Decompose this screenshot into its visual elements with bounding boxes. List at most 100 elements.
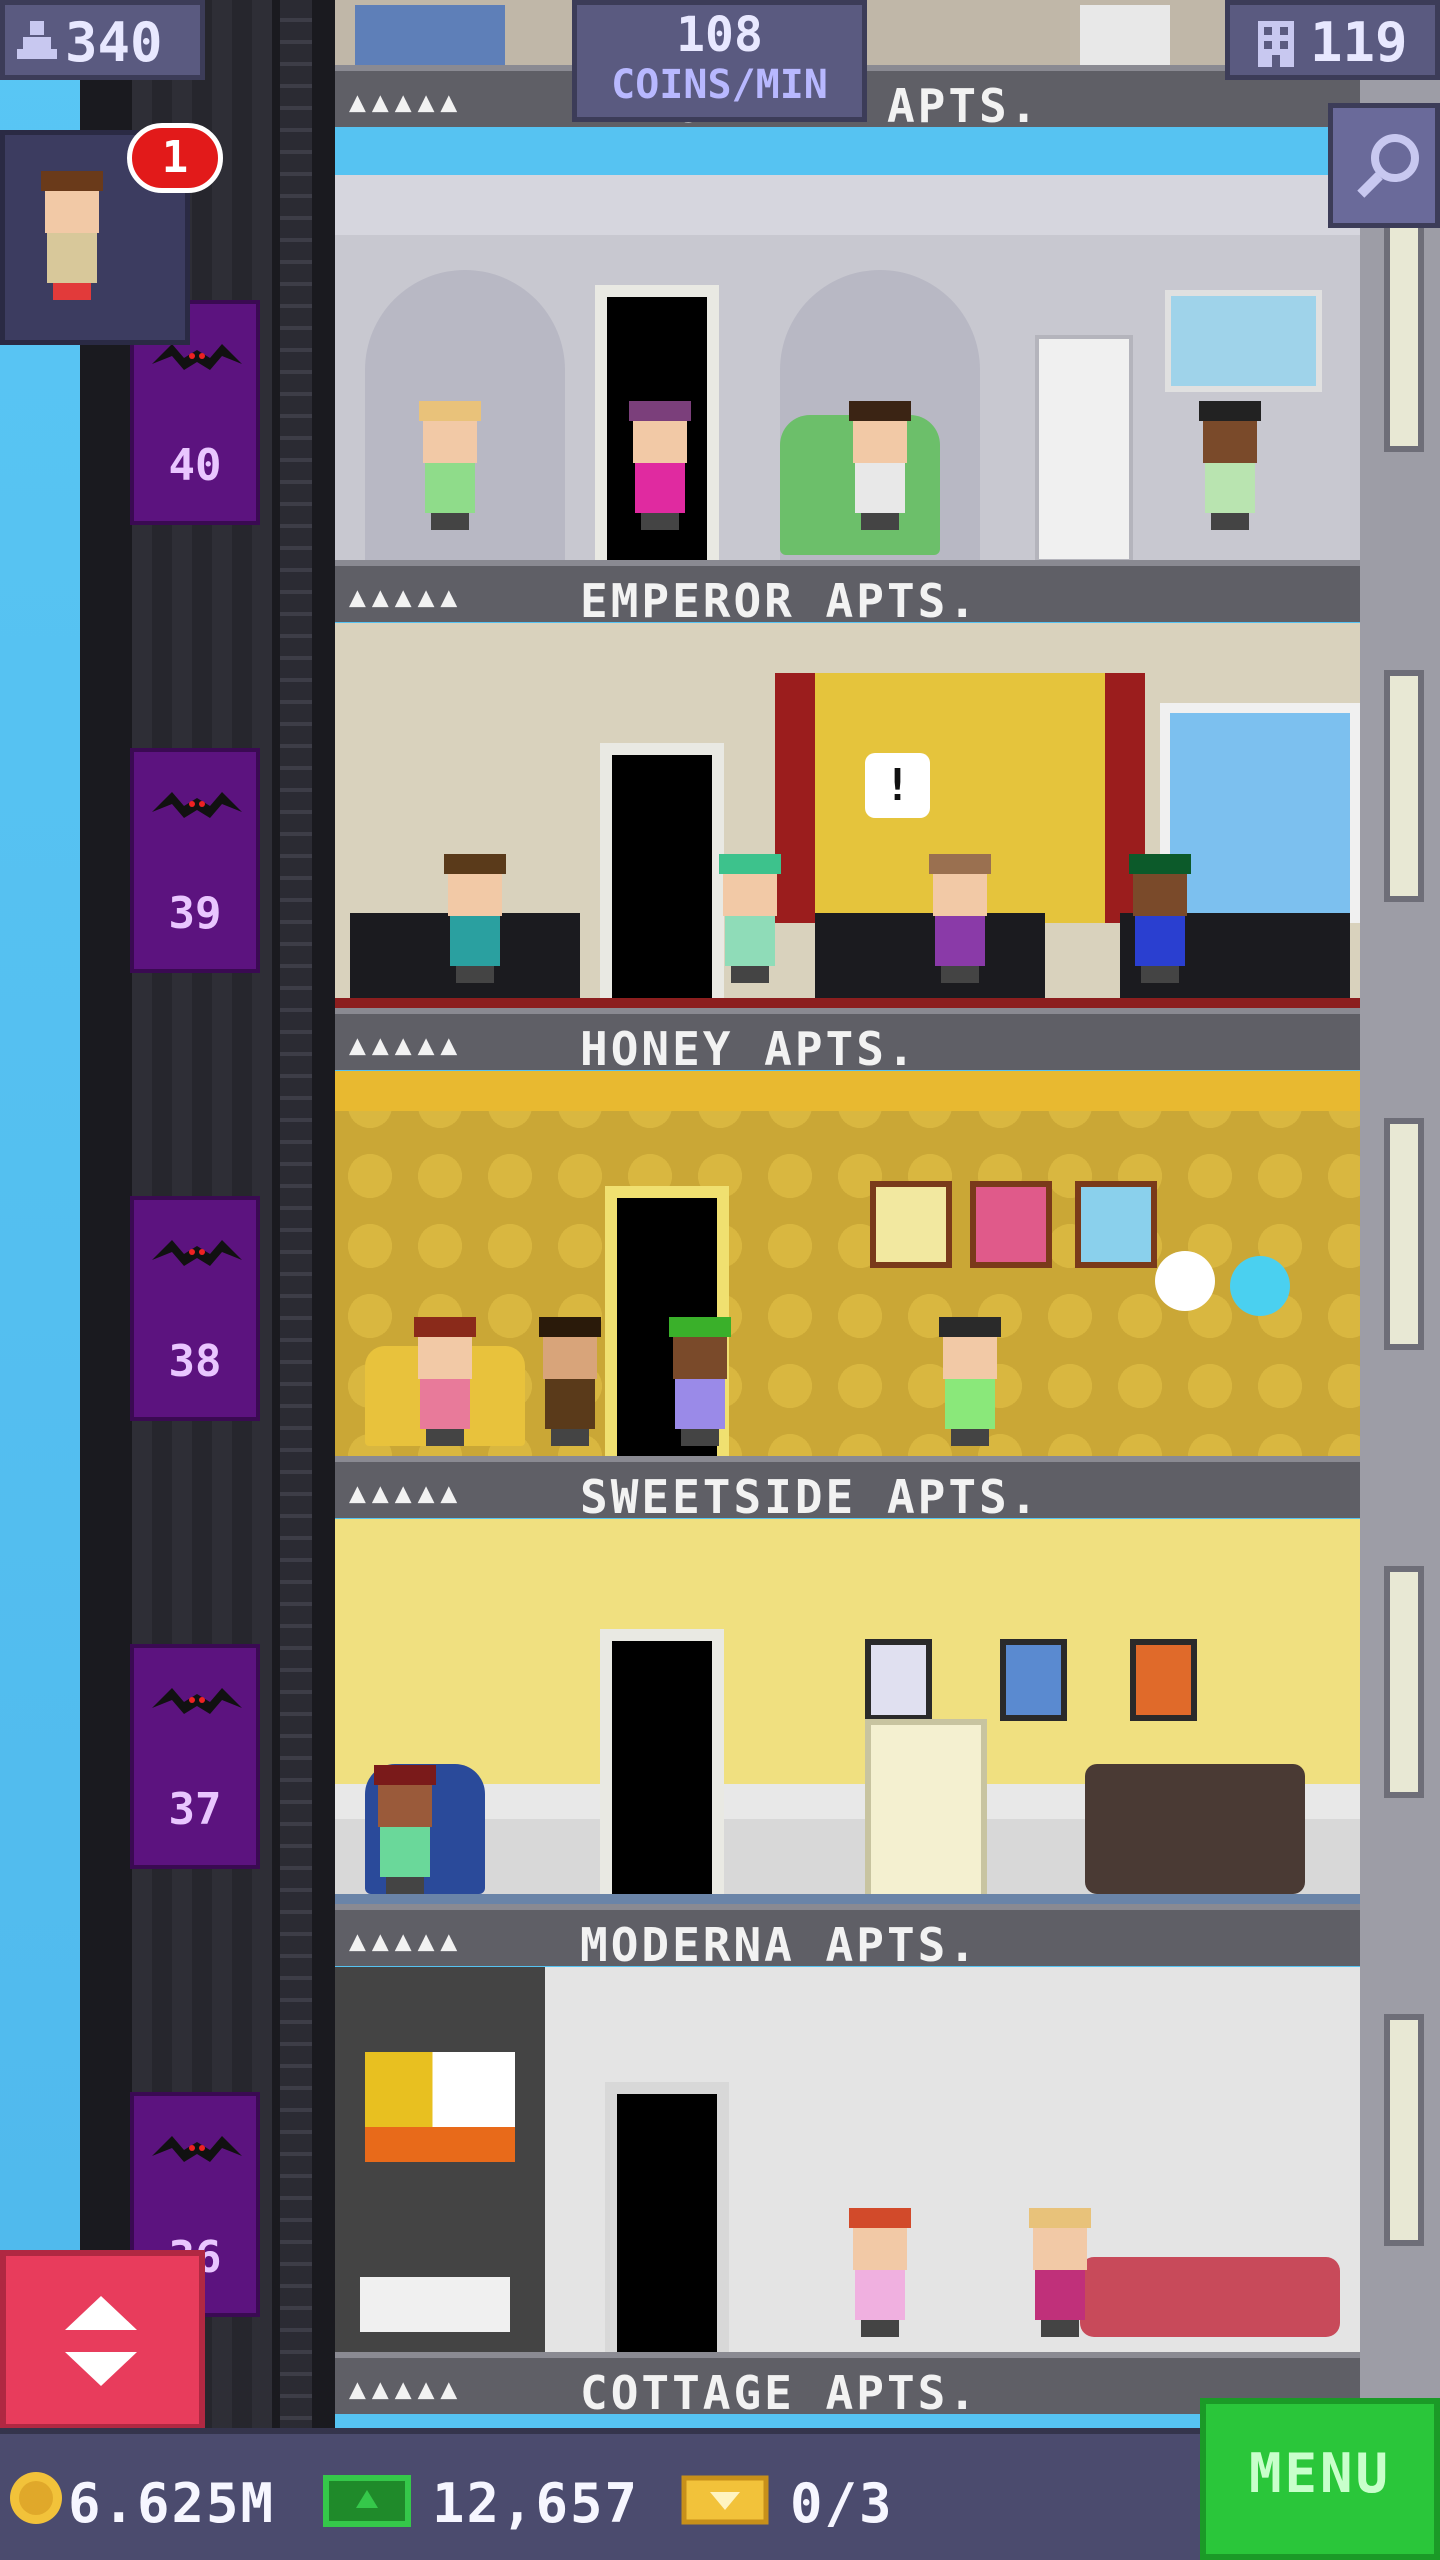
floor-label-bar[interactable]: ▲▲▲▲▲ SWEETSIDE APTS. xyxy=(335,1456,1360,1524)
framed-portrait xyxy=(870,1181,952,1268)
room-interior xyxy=(335,1519,1360,1904)
exterior-window xyxy=(1384,1118,1424,1350)
room-door[interactable] xyxy=(600,1629,724,1904)
building-icon xyxy=(1258,21,1294,67)
bitizen[interactable] xyxy=(410,1317,480,1446)
bitizen[interactable] xyxy=(535,1317,605,1446)
bux-value: 12,657 xyxy=(432,2472,640,2535)
floor-name: EMPEROR APTS. xyxy=(580,574,980,628)
floor-name: HONEY APTS. xyxy=(580,1022,918,1076)
floor-label-bar[interactable]: ▲▲▲▲▲ EMPEROR APTS. xyxy=(335,560,1360,628)
elevator-door-floor-37[interactable]: 37 xyxy=(130,1644,260,1869)
room-interior: ! xyxy=(335,623,1360,1008)
bat-icon xyxy=(152,1240,242,1266)
bitizen[interactable] xyxy=(1195,401,1265,530)
sky-background xyxy=(0,0,80,2560)
floor-stars: ▲▲▲▲▲ xyxy=(349,580,464,613)
notification-badge: 1 xyxy=(127,123,223,193)
bitizen[interactable] xyxy=(1025,2208,1095,2337)
bitizen[interactable] xyxy=(845,2208,915,2337)
dripping-honey xyxy=(335,1071,1360,1111)
elevator-rail xyxy=(280,0,312,2560)
elevator-floor-number: 37 xyxy=(168,1784,222,1835)
tickets-value: 0/3 xyxy=(790,2472,894,2535)
sofa xyxy=(355,5,505,65)
room-interior xyxy=(335,1967,1360,2352)
floor-stars: ▲▲▲▲▲ xyxy=(349,2372,464,2405)
framed-portrait xyxy=(970,1181,1052,1268)
room-door[interactable] xyxy=(600,743,724,1008)
search-button[interactable] xyxy=(1328,103,1440,228)
elevator-floor-number: 38 xyxy=(168,1336,222,1387)
room-interior xyxy=(335,1071,1360,1456)
search-icon xyxy=(1357,134,1419,198)
framed-portrait xyxy=(1075,1181,1157,1268)
coins-per-minute-display: 108 COINS/MIN xyxy=(572,0,867,122)
bitizen[interactable] xyxy=(625,401,695,530)
population-value: 340 xyxy=(65,11,163,74)
person-icon xyxy=(17,21,57,59)
blue-floor-trim xyxy=(335,1894,1360,1904)
elevator-floor-number: 40 xyxy=(168,440,222,491)
floor-stars: ▲▲▲▲▲ xyxy=(349,1028,464,1061)
floor-stars: ▲▲▲▲▲ xyxy=(349,1924,464,1957)
floor-stars: ▲▲▲▲▲ xyxy=(349,85,464,118)
window xyxy=(1165,290,1322,392)
floor-name: SWEETSIDE APTS. xyxy=(580,1470,1041,1524)
coin-icon xyxy=(10,2472,62,2524)
avatar xyxy=(37,171,107,300)
building-exterior-right xyxy=(1360,0,1440,2560)
room-door[interactable] xyxy=(605,2082,729,2352)
exterior-window xyxy=(1384,2014,1424,2246)
floor-label-bar[interactable]: ▲▲▲▲▲ MODERNA APTS. xyxy=(335,1904,1360,1972)
coins-per-minute-value: 108 xyxy=(676,7,763,63)
bitizen[interactable] xyxy=(845,401,915,530)
floor-stars: ▲▲▲▲▲ xyxy=(349,1476,464,1509)
elevator-button[interactable] xyxy=(0,2250,205,2430)
retro-tv-cabinet xyxy=(865,1719,987,1904)
red-sofa xyxy=(1080,2257,1340,2337)
menu-button[interactable]: MENU xyxy=(1200,2398,1440,2560)
elevator-floor-number: 39 xyxy=(168,888,222,939)
bitizen[interactable] xyxy=(665,1317,735,1446)
blue-flower xyxy=(1230,1256,1290,1316)
bitizen[interactable] xyxy=(440,854,510,983)
bitizen[interactable] xyxy=(925,854,995,983)
floor-name: MODERNA APTS. xyxy=(580,1918,980,1972)
exterior-window xyxy=(1384,1566,1424,1798)
population-counter[interactable]: 340 xyxy=(0,0,205,80)
brown-sofa xyxy=(1085,1764,1305,1894)
coins-per-minute-label: COINS/MIN xyxy=(611,62,828,108)
bux-icon xyxy=(323,2475,411,2527)
exterior-window xyxy=(1384,220,1424,452)
bat-icon xyxy=(152,344,242,370)
bitizen[interactable] xyxy=(935,1317,1005,1446)
elevator-door-floor-39[interactable]: 39 xyxy=(130,748,260,973)
framed-picture xyxy=(1130,1639,1197,1721)
floor-name: COTTAGE APTS. xyxy=(580,2366,980,2420)
appliance xyxy=(1080,5,1170,65)
exclamation-speech-bubble[interactable]: ! xyxy=(865,753,930,818)
exterior-window xyxy=(1384,670,1424,902)
abstract-painting xyxy=(365,2052,515,2162)
ticket-icon xyxy=(681,2475,769,2525)
notification-bitizen-card[interactable]: 1 xyxy=(0,123,223,345)
bitizen[interactable] xyxy=(1125,854,1195,983)
framed-picture xyxy=(865,1639,932,1721)
bat-icon xyxy=(152,792,242,818)
white-bench xyxy=(360,2277,510,2332)
floors-counter[interactable]: 119 xyxy=(1225,0,1440,80)
bitizen[interactable] xyxy=(415,401,485,530)
floors-value: 119 xyxy=(1310,11,1408,74)
elevator-door-floor-38[interactable]: 38 xyxy=(130,1196,260,1421)
floor-label-bar[interactable]: ▲▲▲▲▲ HONEY APTS. xyxy=(335,1008,1360,1076)
room-interior xyxy=(335,175,1360,560)
bat-icon xyxy=(152,2136,242,2162)
up-down-arrows-icon xyxy=(65,2296,137,2386)
bitizen[interactable] xyxy=(370,1765,440,1894)
red-floor-trim xyxy=(335,998,1360,1008)
bitizen[interactable] xyxy=(715,854,785,983)
bat-icon xyxy=(152,1688,242,1714)
fridge xyxy=(1035,335,1133,560)
framed-picture xyxy=(1000,1639,1067,1721)
